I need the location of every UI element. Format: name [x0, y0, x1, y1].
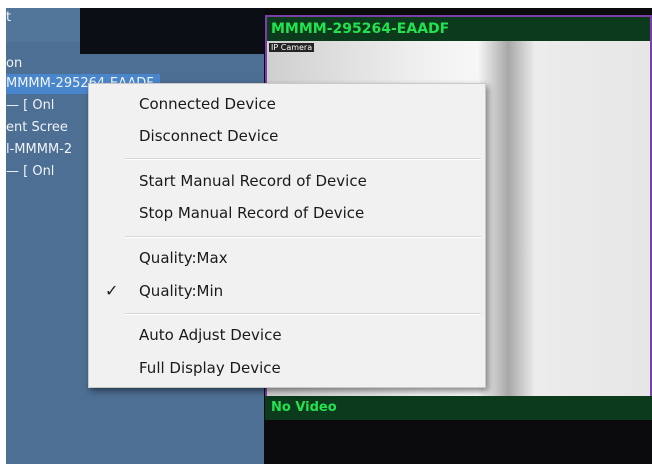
checkmark-icon: ✓: [105, 281, 119, 300]
menu-item-label: Disconnect Device: [139, 127, 279, 145]
menu-item-quality-max[interactable]: Quality:Max: [89, 244, 485, 272]
tree-row[interactable]: on: [6, 54, 22, 74]
tree-row-device[interactable]: l-MMMM-2: [6, 140, 72, 160]
menu-item-label: Full Display Device: [139, 359, 281, 377]
menu-item-label: Stop Manual Record of Device: [139, 204, 365, 222]
context-menu: Connected Device Disconnect Device Start…: [88, 83, 486, 388]
tree-row[interactable]: t: [6, 8, 11, 28]
menu-separator: [125, 236, 481, 238]
menu-item-connect-device[interactable]: Connected Device: [89, 90, 485, 118]
video-panel-title: MMMM-295264-EAADF: [267, 17, 650, 41]
menu-item-label: Quality:Min: [139, 282, 224, 300]
tree-row-channel[interactable]: — [ Onl: [6, 96, 54, 116]
video-panel-2-title: No Video: [265, 396, 652, 420]
menu-item-full-display[interactable]: Full Display Device: [89, 354, 485, 382]
menu-item-start-manual-record[interactable]: Start Manual Record of Device: [89, 167, 485, 195]
menu-item-label: Auto Adjust Device: [139, 326, 282, 344]
tree-header: [6, 8, 80, 42]
menu-separator: [125, 158, 481, 160]
menu-item-label: Connected Device: [139, 95, 276, 113]
menu-separator: [125, 313, 481, 315]
menu-item-auto-adjust[interactable]: Auto Adjust Device: [89, 321, 485, 349]
tree-row-channel[interactable]: — [ Onl: [6, 162, 54, 182]
menu-item-quality-min[interactable]: ✓ Quality:Min: [89, 277, 485, 305]
tree-row[interactable]: ent Scree: [6, 118, 68, 138]
menu-item-label: Start Manual Record of Device: [139, 172, 367, 190]
menu-item-label: Quality:Max: [139, 249, 228, 267]
camera-label: IP Camera: [269, 43, 315, 52]
menu-item-stop-manual-record[interactable]: Stop Manual Record of Device: [89, 199, 485, 227]
tree-header-gap: [80, 8, 264, 54]
menu-item-disconnect-device[interactable]: Disconnect Device: [89, 122, 485, 150]
